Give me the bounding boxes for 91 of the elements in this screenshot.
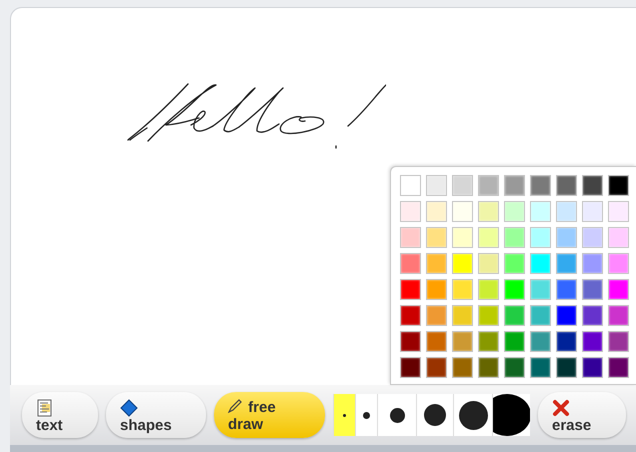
color-swatch[interactable] — [452, 253, 473, 274]
color-swatch[interactable] — [504, 279, 525, 300]
color-swatch[interactable] — [530, 305, 551, 326]
brush-size-option[interactable] — [492, 394, 530, 436]
color-swatch[interactable] — [504, 357, 525, 378]
brush-dot-icon — [363, 412, 370, 419]
color-swatch[interactable] — [608, 331, 629, 352]
color-swatch[interactable] — [556, 331, 577, 352]
brush-dot-icon — [493, 394, 530, 436]
color-swatch[interactable] — [426, 175, 447, 196]
brush-dot-icon — [343, 414, 346, 417]
color-swatch[interactable] — [452, 305, 473, 326]
color-swatch[interactable] — [478, 305, 499, 326]
color-swatch[interactable] — [426, 227, 447, 248]
color-swatch[interactable] — [530, 357, 551, 378]
color-swatch[interactable] — [400, 279, 421, 300]
color-swatch[interactable] — [608, 227, 629, 248]
color-swatch[interactable] — [400, 175, 421, 196]
color-swatch[interactable] — [452, 175, 473, 196]
color-swatch[interactable] — [582, 201, 603, 222]
color-swatch[interactable] — [478, 175, 499, 196]
color-swatch[interactable] — [400, 357, 421, 378]
color-swatch[interactable] — [556, 253, 577, 274]
color-swatch[interactable] — [608, 201, 629, 222]
color-swatch[interactable] — [556, 279, 577, 300]
color-swatch[interactable] — [582, 357, 603, 378]
erase-button[interactable]: erase — [538, 392, 626, 438]
color-swatch[interactable] — [608, 175, 629, 196]
note-icon — [36, 398, 54, 417]
color-swatch[interactable] — [504, 331, 525, 352]
color-swatch[interactable] — [582, 305, 603, 326]
brush-dot-icon — [424, 404, 446, 426]
color-swatch[interactable] — [478, 279, 499, 300]
brush-size-option[interactable] — [453, 394, 492, 436]
color-swatch[interactable] — [452, 331, 473, 352]
brush-dot-icon — [390, 408, 404, 423]
color-swatch[interactable] — [452, 357, 473, 378]
color-swatch[interactable] — [556, 175, 577, 196]
color-swatch[interactable] — [504, 201, 525, 222]
brush-dot-icon — [458, 400, 488, 430]
diamond-icon — [120, 398, 138, 417]
color-swatch[interactable] — [608, 357, 629, 378]
cross-icon — [552, 398, 570, 417]
color-swatch[interactable] — [452, 227, 473, 248]
color-swatch[interactable] — [504, 227, 525, 248]
pen-icon — [228, 399, 242, 414]
color-swatch[interactable] — [452, 201, 473, 222]
color-swatch[interactable] — [504, 253, 525, 274]
color-swatch[interactable] — [556, 305, 577, 326]
color-swatch[interactable] — [556, 227, 577, 248]
brush-size-option[interactable] — [355, 394, 377, 436]
color-swatch[interactable] — [608, 279, 629, 300]
color-swatch[interactable] — [530, 253, 551, 274]
brush-size-option[interactable] — [416, 394, 453, 436]
color-swatch[interactable] — [608, 305, 629, 326]
color-swatch[interactable] — [582, 253, 603, 274]
free-draw-tool-button[interactable]: free draw — [214, 392, 325, 438]
color-swatch[interactable] — [530, 227, 551, 248]
color-swatch[interactable] — [530, 175, 551, 196]
color-swatch[interactable] — [400, 253, 421, 274]
color-swatch[interactable] — [582, 279, 603, 300]
color-swatch[interactable] — [504, 175, 525, 196]
color-swatch[interactable] — [582, 175, 603, 196]
color-swatch[interactable] — [426, 357, 447, 378]
color-swatch[interactable] — [582, 227, 603, 248]
color-swatch[interactable] — [400, 305, 421, 326]
color-swatch[interactable] — [582, 331, 603, 352]
color-swatch[interactable] — [556, 201, 577, 222]
color-swatch[interactable] — [478, 201, 499, 222]
color-swatch[interactable] — [452, 279, 473, 300]
color-swatch[interactable] — [426, 305, 447, 326]
color-swatch[interactable] — [426, 279, 447, 300]
color-swatch[interactable] — [530, 201, 551, 222]
color-swatch[interactable] — [400, 201, 421, 222]
text-tool-button[interactable]: text — [22, 392, 98, 438]
color-swatch[interactable] — [478, 227, 499, 248]
color-swatch[interactable] — [478, 357, 499, 378]
color-swatch[interactable] — [426, 331, 447, 352]
color-swatch[interactable] — [478, 253, 499, 274]
brush-size-option[interactable] — [377, 394, 416, 436]
color-swatch[interactable] — [426, 201, 447, 222]
shapes-tool-button[interactable]: shapes — [106, 392, 206, 438]
color-swatch[interactable] — [608, 253, 629, 274]
color-swatch[interactable] — [504, 305, 525, 326]
color-swatch[interactable] — [426, 253, 447, 274]
color-swatch[interactable] — [530, 279, 551, 300]
color-swatch[interactable] — [400, 331, 421, 352]
color-swatch[interactable] — [556, 357, 577, 378]
color-swatch[interactable] — [400, 227, 421, 248]
color-swatch[interactable] — [478, 331, 499, 352]
color-swatch[interactable] — [530, 331, 551, 352]
